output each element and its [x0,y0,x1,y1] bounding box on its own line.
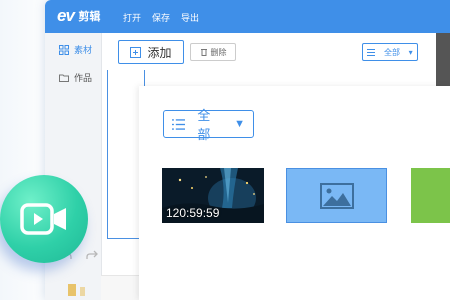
trash-icon [200,49,207,56]
delete-button[interactable]: 删除 [190,43,236,61]
menu-open[interactable]: 打开 [123,11,141,24]
scrollbar[interactable] [436,33,450,88]
app-logo: ev 剪辑 [57,6,100,26]
app-icon [0,175,88,263]
delete-button-label: 删除 [210,47,227,57]
menu-export[interactable]: 导出 [181,11,199,24]
media-panel: 全部 ▼ 120:59:59 [139,86,450,300]
menu-save[interactable]: 保存 [152,11,170,24]
add-file-icon [130,46,142,58]
video-timecode: 120:59:59 [166,206,220,220]
timeline-marker [80,287,85,296]
chevron-down-icon: ▾ [408,47,413,57]
list-icon [367,48,376,56]
list-icon [172,118,186,130]
sidebar-item-label: 素材 [74,45,93,55]
redo-icon[interactable] [86,250,98,260]
logo-name: 剪辑 [78,11,101,23]
green-clip-thumbnail[interactable] [411,168,450,223]
filter-dropdown-small[interactable]: 全部 ▾ [362,43,418,61]
chevron-down-icon: ▼ [234,118,245,130]
sidebar-item-label: 作品 [74,73,93,83]
sidebar-item-materials[interactable]: 素材 [59,43,92,56]
title-bar: ev 剪辑 打开 保存 导出 [45,0,450,33]
timeline-marker [68,284,76,296]
video-thumbnail[interactable]: 120:59:59 [162,168,264,223]
grid-icon [59,44,69,55]
filter-dropdown[interactable]: 全部 ▼ [163,108,254,142]
logo-ev: ev [57,6,75,25]
image-icon [319,182,354,209]
sidebar-item-works[interactable]: 作品 [59,71,92,84]
add-button-label: 添加 [147,45,172,60]
folder-icon [59,74,69,82]
filter-label: 全部 [197,108,211,142]
image-thumbnail[interactable] [286,168,387,223]
add-button[interactable]: 添加 [118,40,184,64]
filter-label: 全部 [383,47,400,57]
video-camera-icon [20,203,66,235]
